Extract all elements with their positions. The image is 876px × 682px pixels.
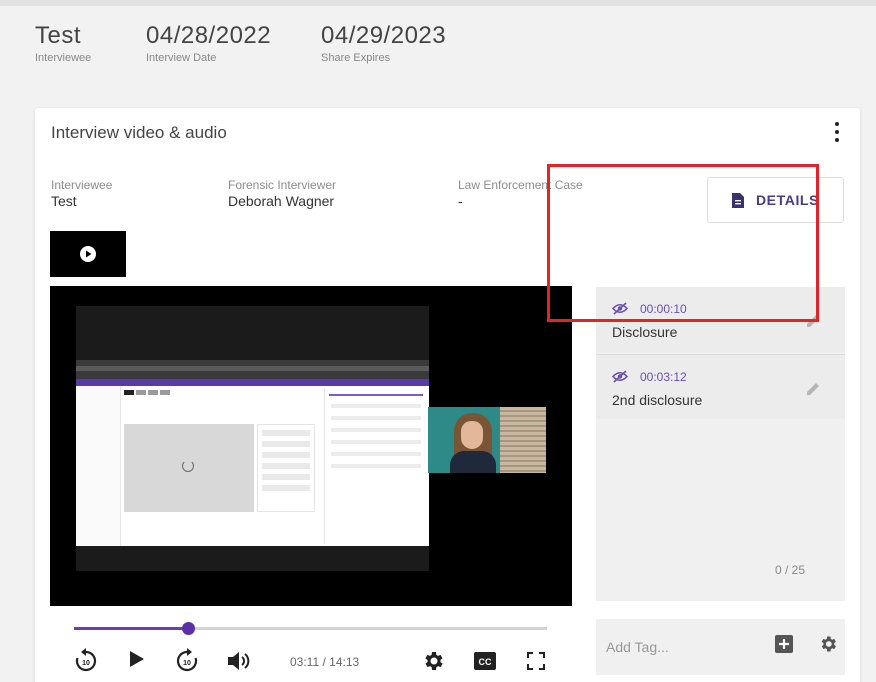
- svg-text:10: 10: [183, 660, 191, 667]
- meta-interviewee-value: Test: [51, 193, 77, 209]
- progress-knob[interactable]: [181, 622, 195, 635]
- meta-interviewer-value: Deborah Wagner: [228, 193, 335, 209]
- tag-count: 0 / 25: [775, 563, 806, 577]
- header-date-value: 04/28/2022: [146, 22, 272, 49]
- kebab-menu-icon[interactable]: [834, 122, 840, 142]
- replay-10-button[interactable]: 10: [75, 648, 97, 672]
- header-interview-date: 04/28/2022 Interview Date: [146, 22, 271, 64]
- eye-off-icon[interactable]: [612, 370, 628, 383]
- meta-interviewee-label: Interviewee: [51, 178, 113, 192]
- tags-panel: 00:00:10 Disclosure 00:03:12 2nd disclos…: [596, 287, 845, 601]
- webcam-feed: [428, 407, 546, 473]
- volume-button[interactable]: [228, 651, 252, 671]
- screen-share-frame: [76, 306, 429, 571]
- meta-interviewer-label: Forensic Interviewer: [228, 178, 337, 192]
- header-expires-value: 04/29/2023: [321, 22, 447, 49]
- play-icon: [130, 651, 144, 667]
- progress-fill: [74, 627, 188, 630]
- settings-button[interactable]: [421, 649, 445, 673]
- time-display: 03:11 / 14:13: [290, 655, 360, 669]
- closed-captions-icon: CC: [474, 652, 496, 670]
- tag-label: Disclosure: [612, 324, 678, 340]
- tag-label: 2nd disclosure: [612, 392, 703, 408]
- tags-highlight-box: [547, 164, 819, 322]
- settings-icon[interactable]: [818, 634, 838, 654]
- meta-interviewer: Forensic Interviewer Deborah Wagner: [228, 178, 336, 209]
- meta-interviewee: Interviewee Test: [51, 178, 112, 209]
- video-thumbnail-play-button[interactable]: [50, 231, 126, 277]
- forward-10-button[interactable]: 10: [176, 648, 198, 672]
- replay-10-icon: 10: [75, 648, 97, 672]
- closed-captions-button[interactable]: CC: [474, 652, 496, 670]
- svg-text:CC: CC: [479, 657, 492, 667]
- add-box-icon[interactable]: [775, 635, 793, 653]
- tag-item[interactable]: 00:03:12 2nd disclosure: [596, 354, 845, 419]
- fullscreen-button[interactable]: [527, 652, 545, 670]
- add-tag-input[interactable]: [606, 636, 766, 658]
- header-interviewee: Test Interviewee: [35, 22, 91, 64]
- progress-bar[interactable]: [74, 622, 547, 635]
- svg-text:10: 10: [82, 660, 90, 667]
- header-expires-label: Share Expires: [321, 52, 391, 64]
- top-divider: [0, 0, 876, 6]
- fullscreen-icon: [527, 652, 545, 670]
- volume-icon: [228, 652, 250, 670]
- tag-time: 00:03:12: [640, 370, 687, 384]
- edit-pencil-icon[interactable]: [806, 382, 820, 396]
- play-button[interactable]: [130, 651, 144, 667]
- forward-10-icon: 10: [176, 648, 198, 672]
- play-circle-icon: [80, 246, 96, 262]
- header-interviewee-value: Test: [35, 22, 82, 49]
- add-tag-bar: [596, 619, 845, 675]
- header-interviewee-label: Interviewee: [35, 52, 92, 64]
- header-date-label: Interview Date: [146, 52, 217, 64]
- video-player[interactable]: [50, 286, 572, 606]
- header-share-expires: 04/29/2023 Share Expires: [321, 22, 446, 64]
- card-title: Interview video & audio: [51, 123, 227, 142]
- shared-screen-content: [76, 360, 429, 546]
- settings-icon: [425, 652, 443, 670]
